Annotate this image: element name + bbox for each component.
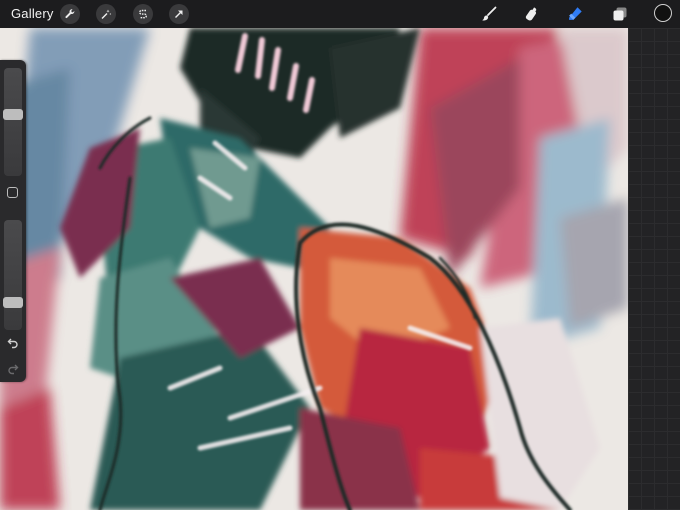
layers-icon[interactable]	[610, 4, 630, 24]
smudge-icon[interactable]	[522, 4, 542, 24]
brush-size-slider[interactable]	[3, 68, 23, 176]
color-picker-button[interactable]	[654, 4, 672, 22]
brush-size-thumb[interactable]	[3, 109, 23, 120]
opacity-thumb[interactable]	[3, 297, 23, 308]
watercolor-painting	[0, 28, 628, 510]
eraser-icon[interactable]	[565, 4, 585, 24]
transform-arrow-icon[interactable]	[169, 4, 189, 24]
magic-wand-icon[interactable]	[96, 4, 116, 24]
undo-icon[interactable]	[6, 336, 20, 350]
square-modify-icon[interactable]	[7, 187, 18, 198]
brush-icon[interactable]	[479, 4, 499, 24]
opacity-slider[interactable]	[3, 220, 23, 330]
gallery-button[interactable]: Gallery	[11, 6, 54, 21]
selection-s-icon[interactable]	[133, 4, 153, 24]
brush-sidebar	[0, 60, 26, 382]
top-toolbar: Gallery	[0, 0, 680, 28]
canvas-background-grid	[628, 28, 680, 510]
drawing-canvas[interactable]	[0, 28, 628, 510]
wrench-icon[interactable]	[60, 4, 80, 24]
redo-icon[interactable]	[6, 362, 20, 376]
